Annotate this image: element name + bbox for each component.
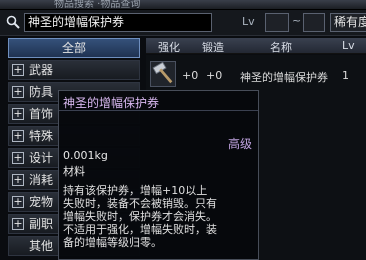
category-label: 特殊 xyxy=(29,129,54,143)
category-label: 首饰 xyxy=(29,107,54,121)
search-input[interactable]: 神圣的增幅保护券 xyxy=(24,13,212,32)
category-label: 武器 xyxy=(29,63,54,77)
tooltip-type: 材料 xyxy=(63,165,85,178)
category-label: 消耗 xyxy=(29,173,54,187)
row-lv: 1 xyxy=(342,69,349,82)
hammer-icon xyxy=(150,61,176,87)
row-forge: +0 xyxy=(206,69,223,82)
level-min-input[interactable] xyxy=(265,13,289,32)
description-line: 持有该保护券，增幅+10以上 xyxy=(63,184,208,197)
list-item[interactable]: +0 +0 神圣的增幅保护券 1 xyxy=(146,59,366,89)
level-separator: ~ xyxy=(292,14,302,27)
category-all[interactable]: 全部 xyxy=(8,38,140,58)
plus-icon[interactable]: + xyxy=(12,64,24,76)
column-enhance[interactable]: 强化 xyxy=(158,39,180,55)
item-tooltip: 神圣的增幅保护券 高级 0.001kg 材料 持有该保护券，增幅+10以上 失败… xyxy=(58,90,259,260)
search-icon[interactable] xyxy=(6,15,20,29)
row-name: 神圣的增幅保护券 xyxy=(240,71,328,84)
description-line: 增幅失败时，保护券才会消失。 xyxy=(63,210,217,223)
description-line: 备的增幅等级归零。 xyxy=(63,236,162,249)
column-forge[interactable]: 锻造 xyxy=(202,39,224,55)
category-label: 宠物 xyxy=(29,195,54,209)
plus-icon[interactable]: + xyxy=(12,196,24,208)
description-line: 失败时，装备不会被销毁。只有 xyxy=(63,197,217,210)
tooltip-description: 持有该保护券，增幅+10以上 失败时，装备不会被销毁。只有 增幅失败时，保护券才… xyxy=(63,184,257,249)
search-bar: 神圣的增幅保护券 Lv ~ 稀有度 xyxy=(0,10,366,36)
list-header: 强化 锻造 名称 Lv xyxy=(146,38,366,54)
plus-icon[interactable]: + xyxy=(12,108,24,120)
plus-icon[interactable]: + xyxy=(12,152,24,164)
plus-icon[interactable]: + xyxy=(12,86,24,98)
tooltip-rarity: 高级 xyxy=(227,137,252,151)
description-line: 不适用于强化，增幅失败时，装 xyxy=(63,223,217,236)
category-label: 全部 xyxy=(61,41,86,55)
category-label: 其他 xyxy=(29,239,54,253)
level-max-input[interactable] xyxy=(303,13,325,32)
window-title: 物品搜索 ·物品查询 xyxy=(54,0,141,10)
category-weapon[interactable]: + 武器 xyxy=(8,60,140,80)
level-label: Lv xyxy=(242,15,255,28)
tooltip-weight: 0.001kg xyxy=(63,149,108,162)
plus-icon[interactable]: + xyxy=(12,130,24,142)
category-label: 防具 xyxy=(29,85,54,99)
plus-icon[interactable]: + xyxy=(12,218,24,230)
column-lv[interactable]: Lv xyxy=(342,39,355,52)
window-titlebar: 物品搜索 ·物品查询 xyxy=(0,0,366,10)
rarity-select[interactable]: 稀有度 xyxy=(330,13,366,32)
column-name[interactable]: 名称 xyxy=(270,39,292,55)
plus-icon[interactable]: + xyxy=(12,174,24,186)
category-label: 副职 xyxy=(29,217,54,231)
category-label: 设计 xyxy=(29,151,54,165)
row-enhance: +0 xyxy=(182,69,199,82)
tooltip-item-name: 神圣的增幅保护券 xyxy=(63,96,160,110)
